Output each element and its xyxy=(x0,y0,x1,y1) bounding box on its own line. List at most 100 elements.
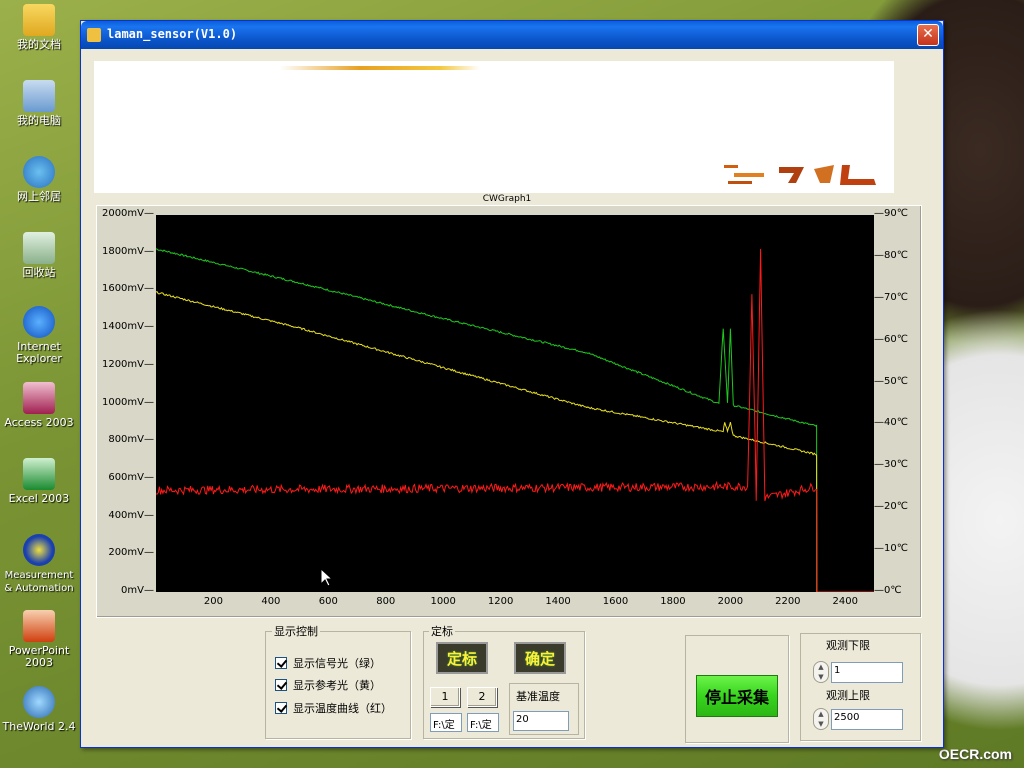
calibration-path-1-input[interactable]: F:\定 xyxy=(430,713,462,732)
desktop-icon-label: 回收站 xyxy=(22,266,56,279)
checkbox-label: 显示温度曲线（红） xyxy=(293,702,392,715)
y-tick-label-right: —80℃ xyxy=(874,249,908,261)
desktop-icon-label: 我的电脑 xyxy=(17,114,61,127)
excel-icon xyxy=(23,458,55,490)
observation-lower-label: 观测下限 xyxy=(826,639,870,652)
desktop-icon-label: Access 2003 xyxy=(4,416,74,429)
desktop-icon-measurement-automation[interactable]: Measurement & Automation xyxy=(0,534,78,595)
desktop-icon-label: PowerPoint 2003 xyxy=(8,644,70,669)
desktop-icon-my-documents[interactable]: 我的文档 xyxy=(0,4,78,51)
x-tick-label: 1200 xyxy=(487,596,514,607)
y-tick-label-left: 200mV— xyxy=(108,547,154,559)
y-tick-label-right: —90℃ xyxy=(874,208,908,219)
upper-limit-spinner[interactable]: ▲ ▼ xyxy=(813,708,829,730)
checkbox-temperature[interactable]: 显示温度曲线（红） xyxy=(275,700,392,716)
folder-icon xyxy=(23,4,55,36)
globe-icon xyxy=(23,686,55,718)
app-icon xyxy=(87,28,101,42)
checkbox-reference[interactable]: 显示参考光（黄） xyxy=(275,677,381,693)
desktop-icon-internet-explorer[interactable]: Internet Explorer xyxy=(0,306,78,365)
y-tick-label-left: 0mV— xyxy=(121,585,154,596)
calibrate-label: 定标 xyxy=(446,649,477,668)
close-button[interactable]: ✕ xyxy=(917,24,939,46)
button-label: 1 xyxy=(441,690,449,703)
desktop-icon-recycle-bin[interactable]: 回收站 xyxy=(0,232,78,279)
network-icon xyxy=(23,156,55,188)
desktop-icon-label: Internet Explorer xyxy=(16,340,62,365)
desktop-icon-label: 我的文档 xyxy=(17,38,61,51)
display-control-title: 显示控制 xyxy=(272,623,320,639)
desktop-icon-network-places[interactable]: 网上邻居 xyxy=(0,156,78,203)
y-tick-label-right: —20℃ xyxy=(874,501,908,513)
x-tick-label: 1000 xyxy=(430,596,456,607)
x-tick-label: 1600 xyxy=(602,596,629,607)
y-tick-label-right: —0℃ xyxy=(874,585,902,596)
calibration-path-2-input[interactable]: F:\定 xyxy=(467,713,499,732)
base-temp-label: 基准温度 xyxy=(516,690,560,703)
computer-icon xyxy=(23,80,55,112)
desktop-icon-label: Measurement & Automation xyxy=(4,570,74,594)
y-tick-label-left: 1800mV— xyxy=(101,245,154,257)
plot-area[interactable] xyxy=(155,215,874,593)
base-temp-input[interactable]: 20 xyxy=(513,711,569,731)
lower-limit-spinner[interactable]: ▲ ▼ xyxy=(813,661,829,683)
checkbox-label: 显示参考光（黄） xyxy=(293,679,381,692)
stop-acquisition-label: 停止采集 xyxy=(704,688,769,707)
checkbox-check-icon[interactable] xyxy=(275,657,287,669)
observation-upper-label: 观测上限 xyxy=(826,689,870,702)
recycle-bin-icon xyxy=(23,232,55,264)
powerpoint-icon xyxy=(23,610,55,642)
y-tick-label-left: 600mV— xyxy=(108,471,154,483)
series-line-0 xyxy=(155,248,874,593)
stop-acquisition-button[interactable]: 停止采集 xyxy=(696,675,778,717)
x-tick-label: 600 xyxy=(318,596,338,607)
upper-limit-input[interactable]: 2500 xyxy=(831,709,903,730)
y-tick-label-right: —70℃ xyxy=(874,291,908,303)
desktop-icon-my-computer[interactable]: 我的电脑 xyxy=(0,80,78,127)
desktop-icon-label: 网上邻居 xyxy=(17,190,61,203)
x-tick-label: 1800 xyxy=(660,596,686,607)
mouse-cursor-icon xyxy=(321,569,333,587)
checkbox-check-icon[interactable] xyxy=(275,679,287,691)
banner-image xyxy=(94,61,894,193)
y-tick-label-left: 800mV— xyxy=(108,434,154,446)
checkbox-check-icon[interactable] xyxy=(275,702,287,714)
desktop-icon-access-2003[interactable]: Access 2003 xyxy=(0,382,78,429)
y-tick-label-left: 1600mV— xyxy=(101,283,154,295)
desktop-icon-powerpoint-2003[interactable]: PowerPoint 2003 xyxy=(0,610,78,669)
y-tick-label-right: —60℃ xyxy=(874,333,908,345)
y-tick-label-left: 1400mV— xyxy=(101,321,154,333)
x-tick-label: 1400 xyxy=(545,596,571,607)
y-tick-label-right: —30℃ xyxy=(874,459,908,471)
calibration-title: 定标 xyxy=(429,623,455,639)
series-line-1 xyxy=(155,291,874,593)
desktop-icon-theworld[interactable]: TheWorld 2.4 xyxy=(0,686,78,733)
x-tick-label: 400 xyxy=(261,596,281,607)
calibration-point-2-button[interactable]: 2 xyxy=(467,687,497,707)
calibrate-button[interactable]: 定标 xyxy=(436,642,488,674)
internet-explorer-icon xyxy=(23,306,55,338)
y-tick-label-left: 2000mV— xyxy=(101,208,154,219)
desktop-icon-excel-2003[interactable]: Excel 2003 xyxy=(0,458,78,505)
x-tick-label: 800 xyxy=(376,596,396,607)
lower-limit-input[interactable]: 1 xyxy=(831,662,903,683)
x-tick-label: 2400 xyxy=(832,596,858,607)
confirm-button[interactable]: 确定 xyxy=(514,642,566,674)
measurement-automation-icon xyxy=(23,534,55,566)
desktop-icon-label: Excel 2003 xyxy=(8,492,70,505)
y-tick-label-left: 1200mV— xyxy=(101,358,154,370)
banner-streak xyxy=(280,66,480,70)
y-tick-label-left: 400mV— xyxy=(108,509,154,521)
series-line-2 xyxy=(155,248,874,593)
graph-caption: CWGraph1 xyxy=(482,194,532,204)
x-tick-label: 2000 xyxy=(717,596,744,607)
title-bar[interactable]: laman_sensor(V1.0) ✕ xyxy=(81,21,943,49)
app-window: laman_sensor(V1.0) ✕ CWGraph1 0mV— 200mV—… xyxy=(80,20,944,748)
y-tick-label-right: —10℃ xyxy=(874,543,908,555)
calibration-point-1-button[interactable]: 1 xyxy=(430,687,460,707)
y-tick-label-left: 1000mV— xyxy=(101,396,154,408)
checkbox-signal[interactable]: 显示信号光（绿） xyxy=(275,655,381,671)
button-label: 2 xyxy=(478,690,486,703)
watermark: OECR.com xyxy=(938,746,1012,762)
close-icon: ✕ xyxy=(922,26,934,42)
